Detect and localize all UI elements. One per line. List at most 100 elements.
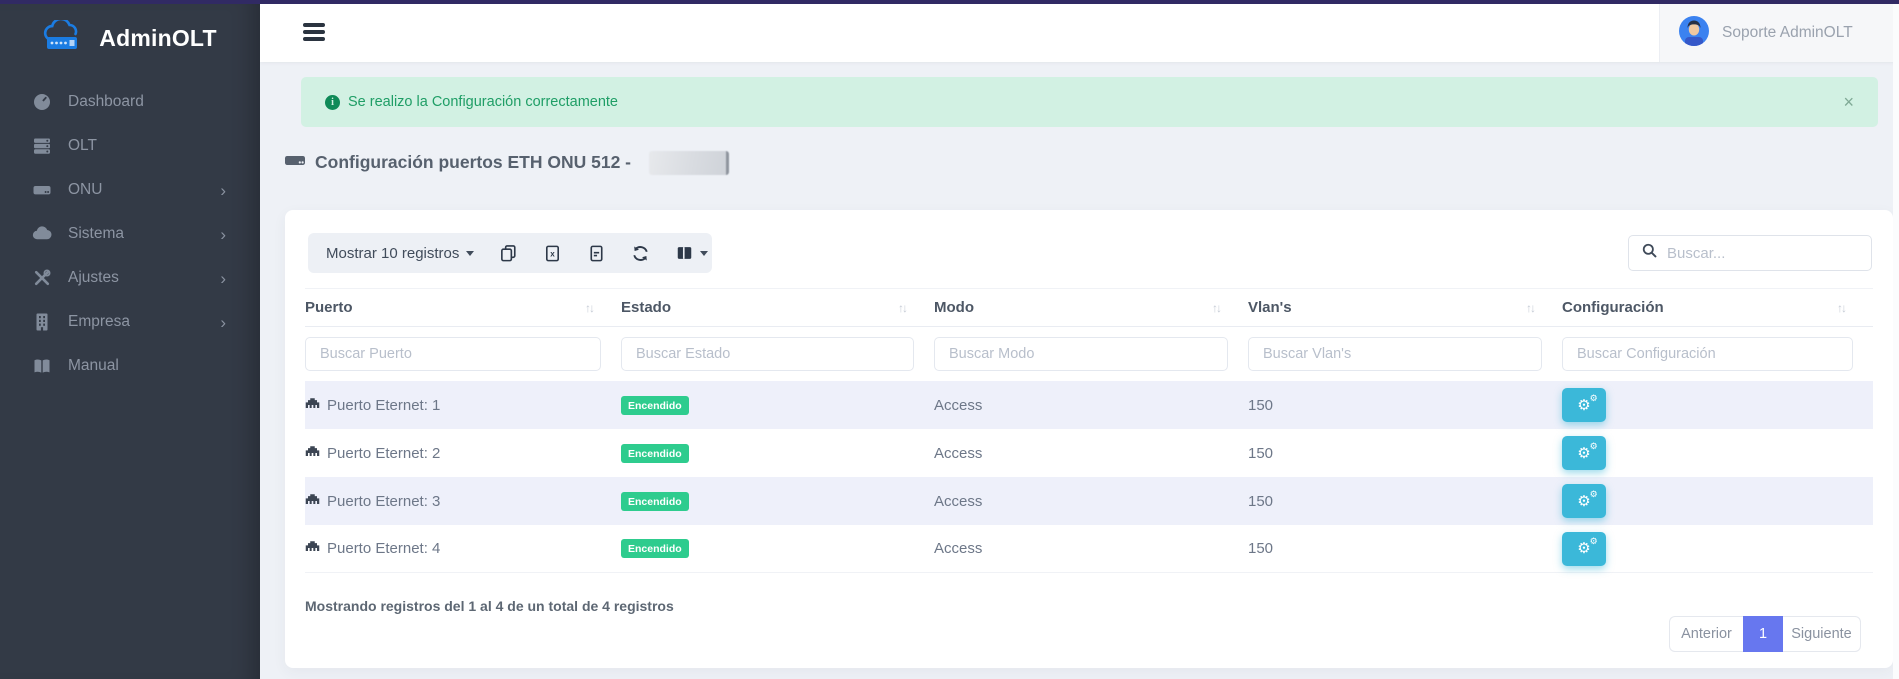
- ethernet-icon: [305, 492, 320, 511]
- configure-port-button[interactable]: ⚙⚙: [1562, 436, 1606, 470]
- copy-button[interactable]: [499, 244, 518, 263]
- chevron-right-icon: ›: [220, 270, 226, 287]
- filter-vlans-input[interactable]: [1248, 337, 1542, 371]
- pagination-previous-button[interactable]: Anterior: [1669, 616, 1743, 652]
- building-icon: [30, 312, 54, 332]
- book-icon: [30, 356, 54, 376]
- pagination: Anterior 1 Siguiente: [1669, 616, 1861, 652]
- status-badge: Encendido: [621, 396, 689, 415]
- vlan-value: 150: [1248, 493, 1562, 510]
- success-alert: i Se realizo la Configuración correctame…: [301, 77, 1878, 127]
- user-name: Soporte AdminOLT: [1722, 24, 1853, 42]
- mode-value: Access: [934, 397, 1248, 414]
- server-icon: [30, 136, 54, 156]
- gears-icon: ⚙⚙: [1577, 398, 1590, 413]
- close-icon[interactable]: ×: [1843, 93, 1854, 111]
- export-file-button[interactable]: [587, 244, 606, 263]
- chevron-right-icon: ›: [220, 182, 226, 199]
- port-label: Puerto Eternet: 1: [327, 397, 440, 414]
- sort-icon: ↑↓: [585, 301, 593, 315]
- configure-port-button[interactable]: ⚙⚙: [1562, 388, 1606, 422]
- table-header-row: Puerto ↑↓ Estado ↑↓ Modo ↑↓ Vlan's ↑↓ Co…: [305, 288, 1873, 327]
- table-card: Mostrar 10 registros x: [285, 210, 1893, 668]
- configure-port-button[interactable]: ⚙⚙: [1562, 532, 1606, 566]
- table-search: [1628, 235, 1872, 271]
- column-header-puerto[interactable]: Puerto ↑↓: [305, 299, 621, 316]
- sidebar-item-manual[interactable]: Manual: [0, 344, 260, 388]
- info-icon: i: [325, 95, 340, 110]
- brand-logo[interactable]: AdminOLT: [0, 4, 260, 66]
- sidebar-toggle-button[interactable]: [303, 23, 325, 44]
- top-accent-strip: [0, 0, 1899, 4]
- table-info: Mostrando registros del 1 al 4 de un tot…: [305, 598, 674, 614]
- scrollbar-track[interactable]: [1893, 4, 1899, 679]
- sidebar-item-onu[interactable]: ONU ›: [0, 168, 260, 212]
- ports-table: Puerto ↑↓ Estado ↑↓ Modo ↑↓ Vlan's ↑↓ Co…: [305, 288, 1873, 573]
- user-menu[interactable]: Soporte AdminOLT: [1659, 4, 1893, 62]
- port-label: Puerto Eternet: 2: [327, 445, 440, 462]
- ethernet-icon: [305, 444, 320, 463]
- filter-estado-input[interactable]: [621, 337, 914, 371]
- export-excel-button[interactable]: x: [543, 244, 562, 263]
- column-header-modo[interactable]: Modo ↑↓: [934, 299, 1248, 316]
- mode-value: Access: [934, 493, 1248, 510]
- table-filter-row: [305, 327, 1873, 381]
- gears-icon: ⚙⚙: [1577, 541, 1590, 556]
- avatar: [1678, 15, 1710, 52]
- sidebar-item-ajustes[interactable]: Ajustes ›: [0, 256, 260, 300]
- filter-modo-input[interactable]: [934, 337, 1228, 371]
- column-header-estado[interactable]: Estado ↑↓: [621, 299, 934, 316]
- sort-icon: ↑↓: [1837, 301, 1845, 315]
- refresh-icon[interactable]: [631, 244, 650, 263]
- port-label: Puerto Eternet: 3: [327, 493, 440, 510]
- column-header-configuracion[interactable]: Configuración ↑↓: [1562, 299, 1873, 316]
- top-navbar: Soporte AdminOLT: [260, 4, 1899, 62]
- sidebar-item-sistema[interactable]: Sistema ›: [0, 212, 260, 256]
- vlan-value: 150: [1248, 397, 1562, 414]
- vlan-value: 150: [1248, 540, 1562, 557]
- ethernet-icon: [305, 539, 320, 558]
- sidebar-item-olt[interactable]: OLT: [0, 124, 260, 168]
- filter-configuracion-input[interactable]: [1562, 337, 1853, 371]
- mode-value: Access: [934, 540, 1248, 557]
- caret-down-icon: [466, 251, 474, 256]
- sidebar-nav: Dashboard OLT: [0, 80, 260, 388]
- search-input[interactable]: [1667, 245, 1837, 262]
- pagination-next-button[interactable]: Siguiente: [1783, 616, 1861, 652]
- svg-text:x: x: [551, 249, 556, 258]
- sidebar: AdminOLT Dashboard: [0, 4, 260, 679]
- vlan-value: 150: [1248, 445, 1562, 462]
- chevron-right-icon: ›: [220, 314, 226, 331]
- sidebar-item-dashboard[interactable]: Dashboard: [0, 80, 260, 124]
- hdd-icon: [284, 150, 306, 175]
- cloud-router-logo-icon: [43, 20, 89, 57]
- table-toolbar: Mostrar 10 registros x: [308, 233, 712, 273]
- status-badge: Encendido: [621, 444, 689, 463]
- sidebar-item-empresa[interactable]: Empresa ›: [0, 300, 260, 344]
- port-label: Puerto Eternet: 4: [327, 540, 440, 557]
- gauge-icon: [30, 92, 54, 112]
- pagination-page-1[interactable]: 1: [1743, 616, 1783, 652]
- table-row: Puerto Eternet: 3 Encendido Access 150 ⚙…: [305, 477, 1873, 525]
- hdd-icon: [30, 180, 54, 200]
- cloud-icon: [30, 224, 54, 244]
- filter-puerto-input[interactable]: [305, 337, 601, 371]
- column-visibility-button[interactable]: [675, 244, 708, 262]
- search-icon: [1641, 242, 1658, 264]
- main-content: i Se realizo la Configuración correctame…: [260, 62, 1893, 679]
- ethernet-icon: [305, 396, 320, 415]
- sort-icon: ↑↓: [898, 301, 906, 315]
- alert-message: Se realizo la Configuración correctament…: [348, 94, 618, 110]
- sort-icon: ↑↓: [1526, 301, 1534, 315]
- page-title: Configuración puertos ETH ONU 512 -: [284, 150, 729, 175]
- redacted-onu-name: [649, 151, 729, 175]
- gears-icon: ⚙⚙: [1577, 446, 1590, 461]
- page-title-text: Configuración puertos ETH ONU 512 -: [315, 152, 631, 173]
- brand-name: AdminOLT: [99, 25, 216, 52]
- column-header-vlans[interactable]: Vlan's ↑↓: [1248, 299, 1562, 316]
- table-row: Puerto Eternet: 1 Encendido Access 150 ⚙…: [305, 381, 1873, 429]
- page-length-dropdown[interactable]: Mostrar 10 registros: [326, 245, 474, 262]
- configure-port-button[interactable]: ⚙⚙: [1562, 484, 1606, 518]
- caret-down-icon: [700, 251, 708, 256]
- sort-icon: ↑↓: [1212, 301, 1220, 315]
